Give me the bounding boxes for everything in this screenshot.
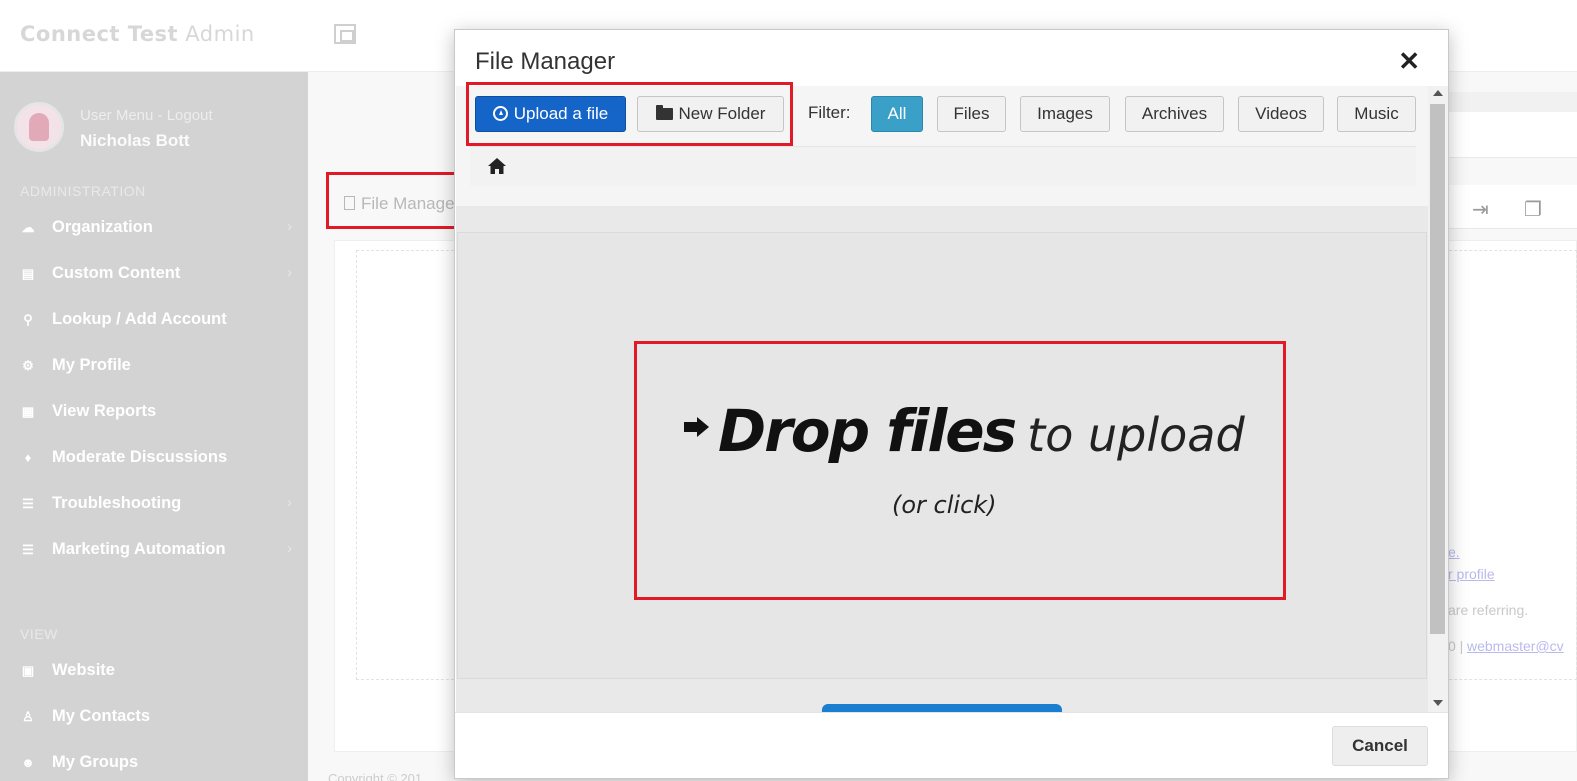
home-icon[interactable] [488, 158, 506, 174]
film-icon: ▣ [21, 663, 35, 678]
sidebar-item-label: View Reports [52, 402, 157, 420]
sidebar-item-view-reports[interactable]: ▦ View Reports [0, 395, 308, 429]
cloud-icon: ☁ [21, 220, 35, 235]
list-icon: ☰ [22, 542, 34, 557]
users-icon: ☻ [21, 755, 35, 770]
scroll-up-icon[interactable] [1433, 90, 1443, 96]
sidebar-item-my-profile[interactable]: ⚙ My Profile [0, 349, 308, 383]
fullscreen-icon[interactable] [334, 24, 356, 44]
sidebar-item-website[interactable]: ▣ Website [0, 654, 308, 688]
sidebar-item-moderate-discussions[interactable]: ♦ Moderate Discussions [0, 441, 308, 475]
user-menu-logout-link[interactable]: User Menu - Logout [80, 107, 213, 124]
content-header-box [1448, 112, 1577, 158]
thumbs-up-icon: ♦ [24, 450, 32, 465]
modal-scrollbar[interactable] [1428, 86, 1448, 712]
highlight-dropzone [634, 341, 1286, 600]
filter-videos-button[interactable]: Videos [1238, 96, 1324, 132]
close-icon[interactable]: ✕ [1398, 46, 1420, 77]
partial-action-button[interactable] [822, 704, 1062, 712]
list-icon: ☰ [22, 496, 34, 511]
modal-title: File Manager [475, 48, 616, 75]
sidebar-item-custom-content[interactable]: ▤ Custom Content › [0, 257, 308, 291]
sidebar-item-organization[interactable]: ☁ Organization › [0, 211, 308, 245]
sidebar: User Menu - Logout Nicholas Bott ADMINIS… [0, 72, 308, 781]
breadcrumb [470, 146, 1416, 186]
person-icon: ♙ [22, 709, 34, 724]
editor-toolbar: ⇥ ❐ [1448, 185, 1577, 229]
sidebar-item-my-groups[interactable]: ☻ My Groups [0, 746, 308, 780]
highlight-file-manager-tab [326, 172, 464, 229]
sidebar-item-marketing-automation[interactable]: ☰ Marketing Automation › [0, 533, 308, 567]
sidebar-item-label: My Profile [52, 356, 131, 374]
sidebar-item-lookup-add-account[interactable]: ⚲ Lookup / Add Account [0, 303, 308, 337]
modal-footer: Cancel [455, 712, 1448, 778]
indent-icon[interactable]: ⇥ [1472, 197, 1489, 222]
sidebar-item-label: Moderate Discussions [52, 448, 228, 466]
brand-logo[interactable]: Connect Test Admin [20, 22, 255, 46]
filter-files-button[interactable]: Files [937, 96, 1006, 132]
avatar[interactable] [14, 102, 64, 152]
comment-icon[interactable]: ❐ [1524, 197, 1542, 222]
document-icon: ▤ [21, 266, 35, 281]
sidebar-item-label: My Groups [52, 753, 139, 771]
gear-icon: ⚙ [22, 358, 34, 373]
filter-music-button[interactable]: Music [1337, 96, 1416, 132]
webmaster-email-link[interactable]: webmaster@cv [1467, 638, 1564, 654]
chevron-right-icon: › [287, 494, 292, 511]
filter-all-button[interactable]: All [871, 96, 923, 132]
search-plus-icon: ⚲ [23, 312, 33, 327]
content-text-prefix: 0 | [1448, 638, 1464, 654]
sidebar-item-label: Organization [52, 218, 153, 236]
section-label-view: VIEW [20, 626, 58, 642]
filter-archives-button[interactable]: Archives [1125, 96, 1224, 132]
scroll-thumb[interactable] [1430, 104, 1445, 634]
sidebar-item-label: Lookup / Add Account [52, 310, 227, 328]
content-link[interactable]: e. [1448, 544, 1460, 560]
chevron-right-icon: › [287, 540, 292, 557]
user-name: Nicholas Bott [80, 131, 190, 150]
profile-link[interactable]: r profile [1448, 566, 1495, 582]
sidebar-item-label: Marketing Automation [52, 540, 226, 558]
section-label-administration: ADMINISTRATION [20, 183, 146, 199]
sidebar-item-label: My Contacts [52, 707, 151, 725]
sidebar-item-my-contacts[interactable]: ♙ My Contacts [0, 700, 308, 734]
sidebar-item-troubleshooting[interactable]: ☰ Troubleshooting › [0, 487, 308, 521]
sidebar-item-label: Website [52, 661, 115, 679]
chevron-right-icon: › [287, 264, 292, 281]
chevron-right-icon: › [287, 218, 292, 235]
filter-label: Filter: [808, 103, 851, 122]
content-header-strip [1448, 92, 1577, 112]
scroll-down-icon[interactable] [1433, 700, 1443, 706]
sidebar-item-label: Custom Content [52, 264, 181, 282]
sidebar-item-label: Troubleshooting [52, 494, 182, 512]
copyright-footer: Copyright © 201 [328, 771, 423, 781]
content-text: are referring. [1448, 602, 1529, 618]
highlight-upload-controls [466, 82, 793, 146]
cancel-button[interactable]: Cancel [1332, 726, 1428, 766]
table-icon: ▦ [21, 404, 35, 419]
filter-images-button[interactable]: Images [1020, 96, 1110, 132]
